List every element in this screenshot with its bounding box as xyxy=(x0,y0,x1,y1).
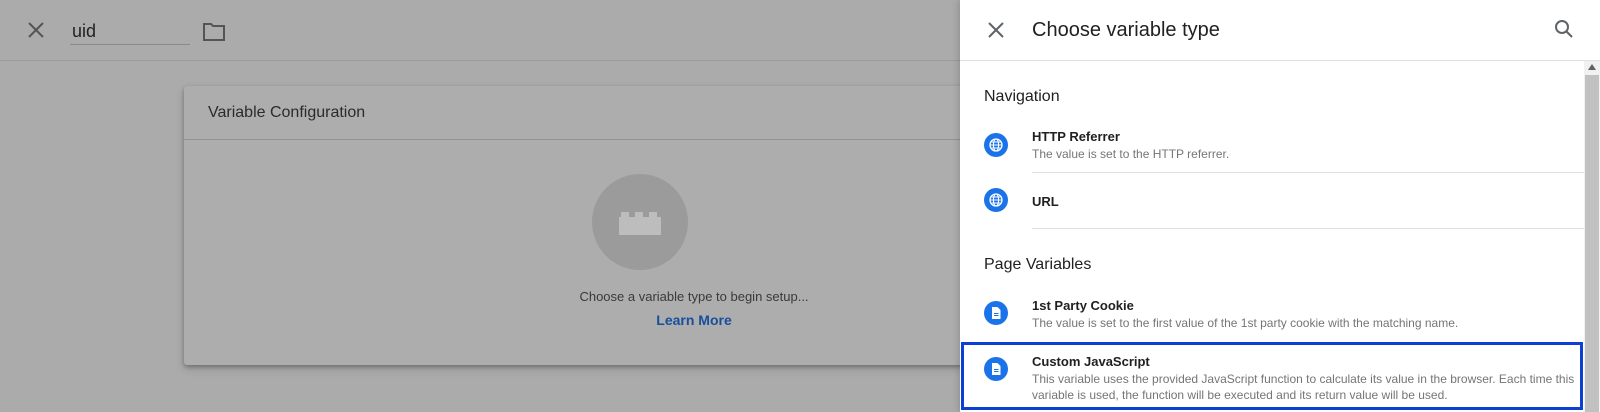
variable-type-panel: Choose variable type Navigation HTTP Ref… xyxy=(960,0,1600,412)
search-icon[interactable] xyxy=(1552,17,1576,41)
panel-title: Choose variable type xyxy=(1032,19,1220,41)
variable-configuration-card: Variable Configuration Choose a variable… xyxy=(184,86,964,365)
close-icon[interactable] xyxy=(24,18,48,42)
setup-prompt: Choose a variable type to begin setup... xyxy=(579,289,809,304)
item-description: The value is set to the first value of t… xyxy=(1032,316,1459,330)
divider xyxy=(1032,172,1584,173)
block-icon xyxy=(619,212,661,235)
item-title: Custom JavaScript xyxy=(1032,354,1150,369)
card-divider xyxy=(184,139,964,140)
section-title-navigation: Navigation xyxy=(984,88,1060,105)
item-title: URL xyxy=(1032,194,1059,209)
scroll-up-arrow-icon[interactable] xyxy=(1588,64,1596,70)
folder-icon[interactable] xyxy=(202,20,226,42)
variable-type-1st-party-cookie[interactable]: 1st Party Cookie The value is set to the… xyxy=(960,288,1584,342)
divider xyxy=(1032,228,1584,229)
item-description: This variable uses the provided JavaScri… xyxy=(1032,372,1575,402)
section-title-page-variables: Page Variables xyxy=(984,256,1092,273)
variable-name-input[interactable] xyxy=(70,18,190,45)
item-description: The value is set to the HTTP referrer. xyxy=(1032,147,1230,161)
variable-type-custom-javascript[interactable]: Custom JavaScript This variable uses the… xyxy=(960,344,1584,410)
document-icon xyxy=(984,357,1008,381)
item-title: 1st Party Cookie xyxy=(1032,298,1134,313)
scrollbar-thumb[interactable] xyxy=(1585,75,1599,412)
document-icon xyxy=(984,301,1008,325)
card-title: Variable Configuration xyxy=(208,104,366,121)
scrollbar[interactable] xyxy=(1584,61,1600,412)
item-title: HTTP Referrer xyxy=(1032,129,1120,144)
editor-header xyxy=(0,0,960,61)
variable-type-http-referrer[interactable]: HTTP Referrer The value is set to the HT… xyxy=(960,120,1584,174)
globe-icon xyxy=(984,133,1008,157)
close-icon[interactable] xyxy=(984,18,1008,42)
choose-type-button[interactable] xyxy=(592,174,688,270)
panel-header: Choose variable type xyxy=(960,0,1600,61)
variable-type-url[interactable]: URL xyxy=(960,176,1584,226)
learn-more-link[interactable]: Learn More xyxy=(494,312,894,328)
globe-icon xyxy=(984,188,1008,212)
